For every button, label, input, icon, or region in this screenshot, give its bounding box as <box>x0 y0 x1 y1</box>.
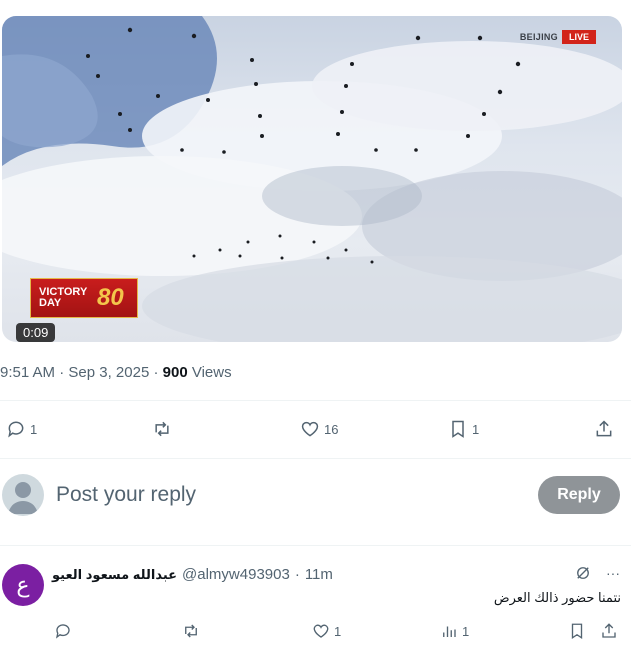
reply-text: نتمنا حضور ذالك العرض <box>493 590 621 605</box>
reply-action[interactable]: 1 <box>6 419 37 439</box>
current-user-avatar[interactable] <box>2 474 44 516</box>
tweet-date[interactable]: Sep 3, 2025 <box>68 364 149 381</box>
reply-button[interactable]: Reply <box>538 476 620 514</box>
divider <box>0 458 631 459</box>
tweet-time[interactable]: 9:51 AM <box>0 364 55 381</box>
share-action[interactable] <box>594 419 614 439</box>
grok-icon[interactable] <box>574 564 592 582</box>
reply-icon <box>8 421 24 438</box>
meta-separator: · <box>149 364 163 381</box>
bookmark-count: 1 <box>472 421 480 437</box>
meta-separator: · <box>55 364 69 381</box>
reply-share-action[interactable] <box>600 622 618 640</box>
live-badge: LIVE <box>561 30 596 44</box>
like-count: 16 <box>324 421 339 437</box>
live-tag: BEIJING LIVE <box>520 30 596 44</box>
repost-icon <box>185 624 197 638</box>
victory-logo-line2: DAY <box>39 297 62 309</box>
repost-action[interactable] <box>152 419 176 439</box>
divider <box>0 400 631 401</box>
reply-like-action[interactable]: 1 <box>312 622 341 640</box>
repost-icon <box>155 421 169 437</box>
victory-logo-text: VICTORY DAY <box>39 287 95 309</box>
analytics-icon <box>443 626 456 637</box>
reply-like-count: 1 <box>334 623 342 639</box>
reply-views-count: 1 <box>462 623 470 639</box>
reply-author-avatar[interactable]: ع <box>2 564 44 606</box>
reply-header: عبدالله مسعود العيو @almyw493903 · 11m <box>52 566 333 583</box>
reply-author-handle[interactable]: @almyw493903 <box>182 566 290 583</box>
views-label: Views <box>187 364 232 381</box>
reply-views-action[interactable]: 1 <box>440 622 469 640</box>
reply-header-right: ··· <box>574 564 620 582</box>
reply-author-name[interactable]: عبدالله مسعود العيو <box>52 567 177 583</box>
heart-icon <box>313 624 329 638</box>
video-duration: 0:09 <box>16 323 56 342</box>
reply-repost-action[interactable] <box>182 622 200 640</box>
share-icon <box>596 420 612 437</box>
reply-time[interactable]: 11m <box>305 566 333 583</box>
tweet-meta: 9:51 AM · Sep 3, 2025 · 900 Views <box>0 364 232 381</box>
default-avatar-icon <box>8 482 38 514</box>
share-icon <box>602 623 616 638</box>
bookmark-icon <box>571 623 583 640</box>
tweet-action-bar: 1 16 1 <box>0 415 631 445</box>
heart-icon <box>301 421 319 437</box>
reply-count: 1 <box>30 421 38 437</box>
victory-day-logo: VICTORY DAY 80 <box>30 278 138 318</box>
bookmark-action[interactable]: 1 <box>448 419 479 439</box>
tweet-video[interactable]: BEIJING LIVE VICTORY DAY 80 0:09 <box>2 16 622 342</box>
live-city: BEIJING <box>519 32 558 42</box>
divider <box>0 545 631 546</box>
reply-icon <box>55 624 70 639</box>
like-action[interactable]: 16 <box>300 419 338 439</box>
reply-reply-action[interactable] <box>54 622 72 640</box>
reply-input[interactable]: Post your reply <box>56 483 196 507</box>
more-options-icon[interactable]: ··· <box>606 565 620 581</box>
victory-logo-number: 80 <box>97 284 124 311</box>
reply-dot: · <box>294 566 300 583</box>
reply-bookmark-action[interactable] <box>568 622 586 640</box>
reply-action-bar: 1 1 <box>0 620 631 644</box>
bookmark-icon <box>452 420 464 438</box>
views-count: 900 <box>162 364 188 381</box>
